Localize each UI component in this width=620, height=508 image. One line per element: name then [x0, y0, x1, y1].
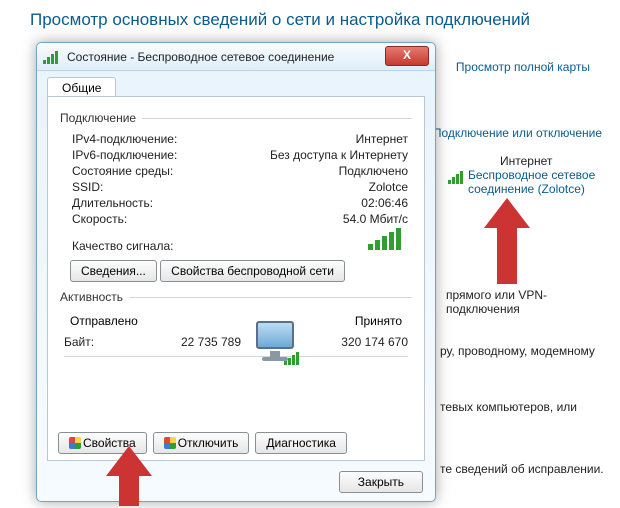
bg-text-fix: те сведений об исправлении. — [440, 462, 604, 476]
page-title: Просмотр основных сведений о сети и наст… — [30, 10, 530, 30]
group-activity-label: Активность — [60, 290, 123, 304]
dialog-close-button[interactable]: X — [385, 46, 429, 66]
media-state-label: Состояние среды: — [72, 164, 173, 178]
bg-text-computers: тевых компьютеров, или — [440, 400, 577, 414]
dialog-title: Состояние - Беспроводное сетевое соедине… — [67, 50, 334, 64]
bg-text-vpn: прямого или VPN-подключения — [446, 288, 620, 316]
bytes-received-value: 320 174 670 — [298, 335, 408, 349]
dialog-titlebar: Состояние - Беспроводное сетевое соедине… — [37, 43, 435, 71]
bytes-label: Байт: — [64, 335, 124, 349]
signal-quality-label: Качество сигнала: — [72, 239, 173, 253]
annotation-arrow-right — [484, 198, 530, 284]
wireless-connection-link[interactable]: Беспроводное сетевоесоединение (Zolotce) — [468, 168, 595, 196]
ipv6-value: Без доступа к Интернету — [270, 148, 408, 162]
media-state-value: Подключено — [339, 164, 408, 178]
speed-value: 54.0 Мбит/с — [343, 212, 408, 226]
ipv4-label: IPv4-подключение: — [72, 132, 177, 146]
view-full-map-link[interactable]: Просмотр полной карты — [456, 60, 590, 74]
bg-text-wired: ру, проводному, модемному — [440, 344, 595, 358]
close-button[interactable]: Закрыть — [339, 471, 423, 493]
ipv4-value: Интернет — [356, 132, 408, 146]
sent-label: Отправлено — [70, 314, 138, 328]
connect-disconnect-link[interactable]: Подключение или отключение — [433, 126, 602, 140]
ssid-label: SSID: — [72, 180, 103, 194]
shield-icon — [69, 437, 81, 449]
disable-button[interactable]: Отключить — [153, 432, 250, 454]
duration-label: Длительность: — [72, 196, 153, 210]
tab-general[interactable]: Общие — [47, 77, 116, 98]
signal-quality-icon — [368, 228, 408, 253]
tab-general-body: Подключение IPv4-подключение: Интернет IP… — [47, 96, 425, 461]
shield-icon — [164, 437, 176, 449]
wifi-icon — [43, 50, 61, 64]
received-label: Принято — [355, 314, 402, 328]
speed-label: Скорость: — [72, 212, 127, 226]
wireless-properties-button[interactable]: Свойства беспроводной сети — [160, 260, 345, 282]
group-connection-label: Подключение — [60, 111, 136, 125]
duration-value: 02:06:46 — [361, 196, 408, 210]
details-button[interactable]: Сведения... — [70, 260, 157, 282]
annotation-arrow-left — [106, 446, 152, 506]
status-dialog: Состояние - Беспроводное сетевое соедине… — [36, 42, 436, 502]
internet-label: Интернет — [500, 154, 552, 168]
ipv6-label: IPv6-подключение: — [72, 148, 177, 162]
ssid-value: Zolotce — [369, 180, 408, 194]
diagnose-button[interactable]: Диагностика — [255, 432, 347, 454]
